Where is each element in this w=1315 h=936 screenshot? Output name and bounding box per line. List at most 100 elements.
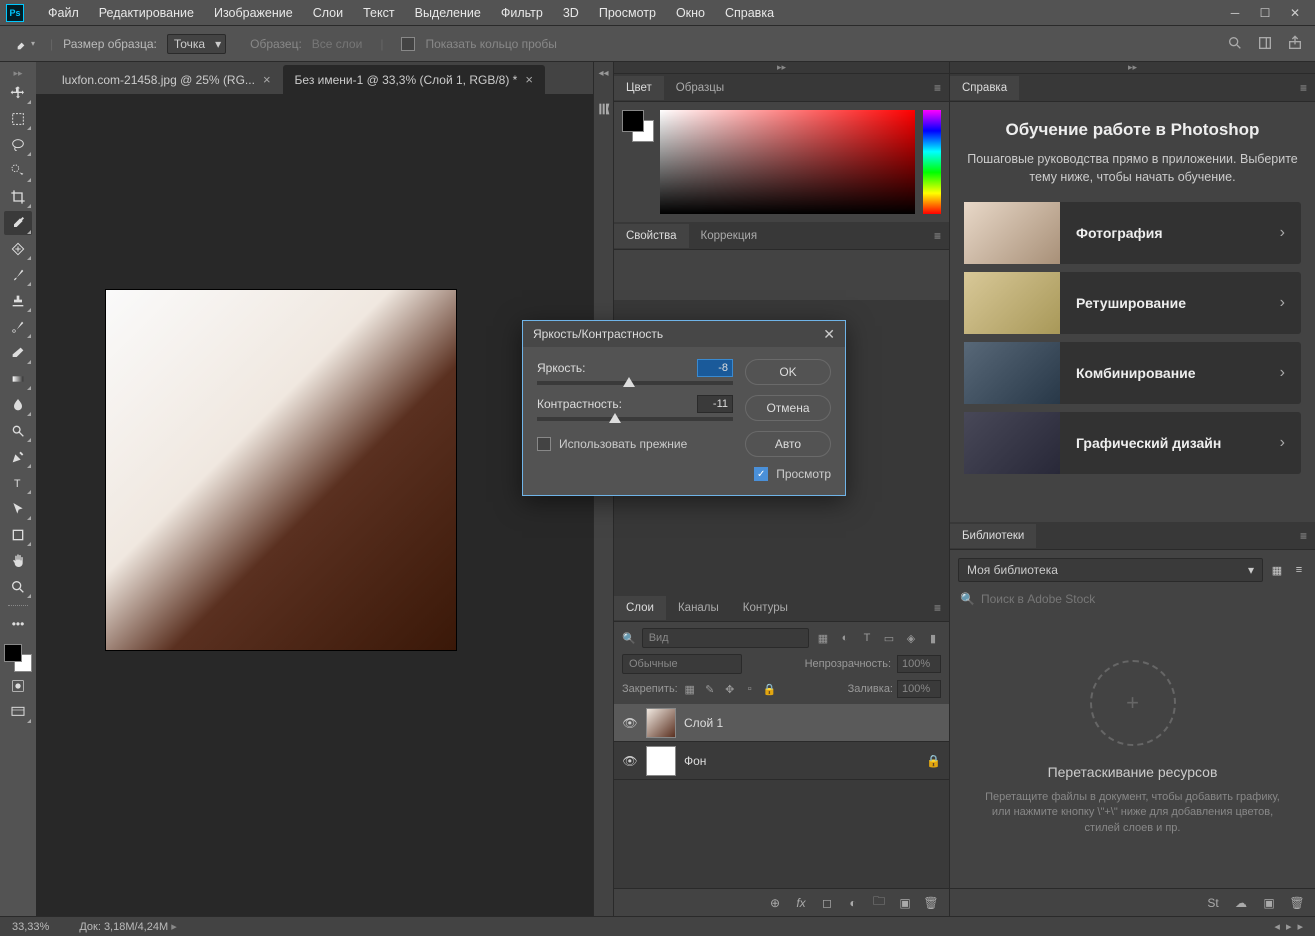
grid-view-icon[interactable]: ▦ (1269, 562, 1285, 578)
timeline-next-icon[interactable]: ▸ (1297, 920, 1303, 933)
dialog-close-button[interactable]: ✕ (823, 326, 835, 343)
show-ring-checkbox[interactable] (401, 37, 415, 51)
preview-checkbox[interactable]: ✓ (754, 467, 768, 481)
panel-collapse[interactable]: ▸▸ (950, 62, 1315, 74)
cancel-button[interactable]: Отмена (745, 395, 831, 421)
stock-icon[interactable]: St (1205, 896, 1221, 910)
edit-toolbar[interactable]: ••• (4, 612, 32, 636)
contrast-slider[interactable] (537, 417, 733, 421)
gradient-tool[interactable] (4, 367, 32, 391)
document-tab[interactable]: Без имени-1 @ 33,3% (Слой 1, RGB/8) *× (283, 65, 545, 94)
layer-thumbnail[interactable] (646, 708, 676, 738)
library-select[interactable]: Моя библиотека▾ (958, 558, 1263, 582)
doc-info-menu[interactable]: ▸ (171, 921, 177, 933)
auto-button[interactable]: Авто (745, 431, 831, 457)
zoom-tool[interactable] (4, 575, 32, 599)
timeline-prev-icon[interactable]: ◂ (1274, 920, 1280, 933)
menu-window[interactable]: Окно (666, 6, 715, 20)
menu-text[interactable]: Текст (353, 6, 404, 20)
delete-icon[interactable]: 🗑 (1289, 896, 1305, 910)
filter-pixel-icon[interactable]: ▦ (815, 630, 831, 646)
color-swatches[interactable] (4, 644, 32, 672)
hue-slider[interactable] (923, 110, 941, 214)
quickmask-tool[interactable] (4, 674, 32, 698)
fill-input[interactable] (897, 680, 941, 698)
link-layers-icon[interactable]: ⊕ (767, 896, 783, 910)
help-card-design[interactable]: Графический дизайн› (964, 412, 1301, 474)
layers-tab[interactable]: Слои (614, 596, 666, 620)
lasso-tool[interactable] (4, 133, 32, 157)
menu-layers[interactable]: Слои (303, 6, 353, 20)
foreground-swatch[interactable] (4, 644, 22, 662)
libraries-tab[interactable]: Библиотеки (950, 524, 1036, 548)
minimize-button[interactable]: ─ (1221, 3, 1249, 23)
toolbar-collapse[interactable]: ▸▸ (13, 68, 22, 79)
close-tab-icon[interactable]: × (263, 72, 271, 87)
panel-collapse[interactable]: ▸▸ (614, 62, 949, 74)
filter-type-icon[interactable]: T (859, 630, 875, 646)
panel-menu-icon[interactable]: ≡ (926, 81, 949, 95)
close-button[interactable]: ✕ (1281, 3, 1309, 23)
panel-menu-icon[interactable]: ≡ (1292, 81, 1315, 95)
menu-edit[interactable]: Редактирование (89, 6, 204, 20)
sample-size-select[interactable]: Точка ▾ (167, 34, 226, 54)
filter-adjust-icon[interactable]: ◐ (837, 630, 853, 646)
swatches-tab[interactable]: Образцы (664, 76, 736, 100)
close-tab-icon[interactable]: × (525, 72, 533, 87)
layer-row[interactable]: 👁 Слой 1 (614, 704, 949, 742)
layer-thumbnail[interactable] (646, 746, 676, 776)
layer-group-icon[interactable]: 🗀 (871, 892, 887, 913)
document-tab[interactable]: luxfon.com-21458.jpg @ 25% (RG...× (50, 65, 283, 94)
panel-menu-icon[interactable]: ≡ (926, 229, 949, 243)
panel-menu-icon[interactable]: ≡ (1292, 529, 1315, 543)
layer-fx-icon[interactable]: fx (793, 896, 809, 910)
help-card-retouch[interactable]: Ретуширование› (964, 272, 1301, 334)
add-icon[interactable]: ▣ (1261, 896, 1277, 910)
hand-tool[interactable] (4, 549, 32, 573)
shape-tool[interactable] (4, 523, 32, 547)
type-tool[interactable]: T (4, 471, 32, 495)
color-field[interactable] (660, 110, 915, 214)
color-panel-swatches[interactable] (622, 110, 652, 214)
paths-tab[interactable]: Контуры (731, 596, 800, 620)
library-dropzone[interactable]: + Перетаскивание ресурсов Перетащите фай… (958, 616, 1307, 880)
search-icon[interactable] (1227, 35, 1245, 53)
library-search[interactable]: 🔍 Поиск в Adobe Stock (958, 588, 1307, 610)
menu-file[interactable]: Файл (38, 6, 89, 20)
blur-tool[interactable] (4, 393, 32, 417)
blend-mode-select[interactable]: Обычные (622, 654, 742, 674)
brightness-slider[interactable] (537, 381, 733, 385)
help-card-photography[interactable]: Фотография› (964, 202, 1301, 264)
adjustment-layer-icon[interactable]: ◐ (845, 896, 861, 910)
dialog-titlebar[interactable]: Яркость/Контрастность ✕ (523, 321, 845, 347)
timeline-play-icon[interactable]: ▸ (1286, 920, 1292, 933)
lock-move-icon[interactable]: ✥ (722, 681, 738, 697)
active-tool-icon[interactable]: ▾ (10, 32, 40, 56)
lock-brush-icon[interactable]: ✎ (702, 681, 718, 697)
crop-tool[interactable] (4, 185, 32, 209)
share-icon[interactable] (1287, 35, 1305, 53)
menu-filter[interactable]: Фильтр (491, 6, 553, 20)
brightness-input[interactable] (697, 359, 733, 377)
layer-row[interactable]: 👁 Фон 🔒 (614, 742, 949, 780)
path-select-tool[interactable] (4, 497, 32, 521)
lock-pixels-icon[interactable]: ▦ (682, 681, 698, 697)
lock-artboard-icon[interactable]: ▫ (742, 681, 758, 697)
canvas[interactable] (36, 94, 593, 916)
filter-shape-icon[interactable]: ▭ (881, 630, 897, 646)
use-legacy-checkbox[interactable] (537, 437, 551, 451)
contrast-input[interactable] (697, 395, 733, 413)
stamp-tool[interactable] (4, 289, 32, 313)
expand-strip[interactable]: ◂◂ (598, 68, 608, 79)
delete-layer-icon[interactable]: 🗑 (923, 896, 939, 910)
layer-filter-select[interactable]: Вид (642, 628, 809, 648)
eraser-tool[interactable] (4, 341, 32, 365)
list-view-icon[interactable]: ≡ (1291, 562, 1307, 578)
menu-view[interactable]: Просмотр (589, 6, 666, 20)
menu-select[interactable]: Выделение (405, 6, 491, 20)
history-brush-tool[interactable] (4, 315, 32, 339)
color-tab[interactable]: Цвет (614, 76, 664, 100)
quick-select-tool[interactable] (4, 159, 32, 183)
visibility-toggle[interactable]: 👁 (622, 716, 638, 730)
brush-tool[interactable] (4, 263, 32, 287)
